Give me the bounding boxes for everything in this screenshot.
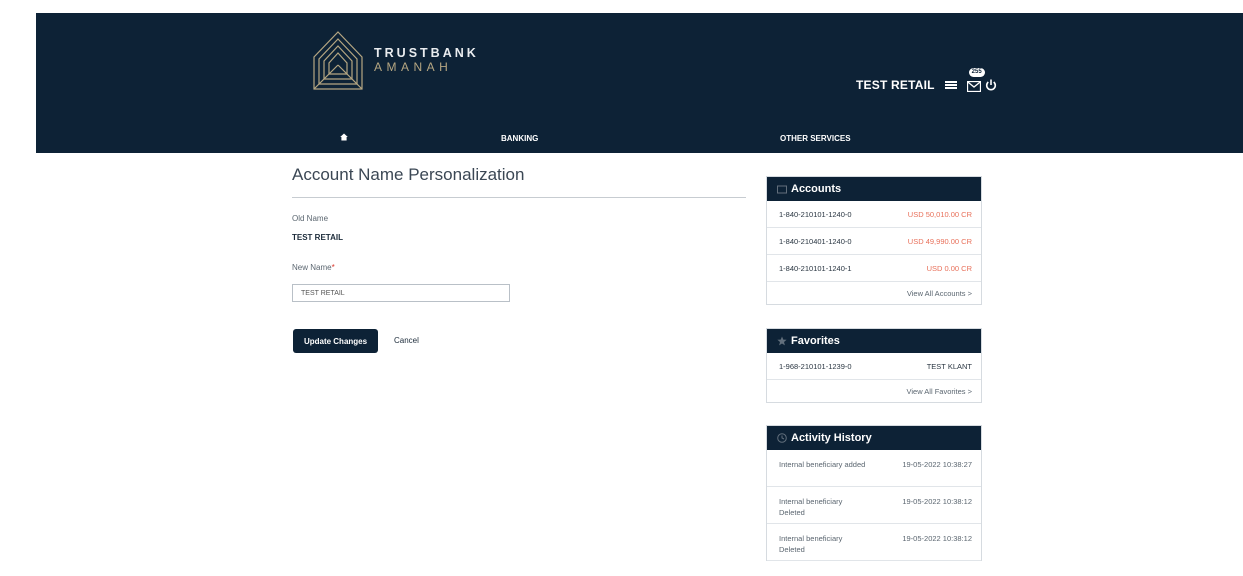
- favorite-name: TEST KLANT: [926, 361, 972, 371]
- account-balance: USD 50,010.00 CR: [907, 209, 972, 219]
- activity-row: Internal beneficiary added 19-05-2022 10…: [767, 450, 981, 487]
- activity-row: Internal beneficiary Deleted 19-05-2022 …: [767, 524, 981, 561]
- messages-button[interactable]: 255: [965, 68, 985, 93]
- account-row[interactable]: 1-840-210101-1240-1 USD 0.00 CR: [767, 255, 981, 282]
- user-name[interactable]: TEST RETAIL: [856, 78, 935, 92]
- home-icon: [340, 133, 348, 141]
- wallet-icon: [777, 185, 787, 194]
- main-nav: BANKING OTHER SERVICES: [36, 129, 1243, 153]
- brand-logo[interactable]: TRUSTBANK AMANAH: [312, 29, 479, 91]
- star-icon: [777, 336, 787, 346]
- update-changes-button[interactable]: Update Changes: [293, 329, 378, 353]
- favorite-row[interactable]: 1-968-210101-1239-0 TEST KLANT: [767, 353, 981, 380]
- user-area: TEST RETAIL 255: [856, 68, 997, 97]
- old-name-label: Old Name: [292, 214, 329, 223]
- activity-panel-header: Activity History: [767, 426, 981, 450]
- activity-row: Internal beneficiary Deleted 19-05-2022 …: [767, 487, 981, 524]
- activity-description: Internal beneficiary Deleted: [779, 534, 843, 554]
- activity-timestamp: 19-05-2022 10:38:12: [902, 497, 972, 506]
- envelope-icon: [966, 81, 981, 92]
- new-name-label: New Name*: [292, 263, 335, 272]
- account-balance: USD 49,990.00 CR: [907, 236, 972, 246]
- accounts-panel-header: Accounts: [767, 177, 981, 201]
- account-balance: USD 0.00 CR: [926, 263, 972, 273]
- account-row[interactable]: 1-840-210101-1240-0 USD 50,010.00 CR: [767, 201, 981, 228]
- required-mark: *: [331, 263, 335, 272]
- message-count-badge: 255: [968, 68, 985, 77]
- hamburger-menu-icon[interactable]: [944, 79, 959, 91]
- clock-icon: [777, 433, 787, 443]
- building-logo-icon: [313, 31, 363, 90]
- new-name-input[interactable]: [292, 284, 510, 302]
- new-name-label-text: New Name: [292, 263, 332, 272]
- nav-banking[interactable]: BANKING: [501, 134, 538, 143]
- brand-name: TRUSTBANK: [374, 46, 479, 60]
- activity-description: Internal beneficiary added: [779, 460, 866, 469]
- activity-timestamp: 19-05-2022 10:38:12: [902, 534, 972, 543]
- account-number: 1-840-210401-1240-0: [779, 236, 852, 246]
- favorite-account-number: 1-968-210101-1239-0: [779, 361, 852, 371]
- home-nav-item[interactable]: [340, 133, 348, 143]
- power-logout-icon[interactable]: [985, 79, 997, 91]
- activity-description: Internal beneficiary Deleted: [779, 497, 843, 517]
- favorites-title: Favorites: [791, 335, 840, 347]
- brand-subname: AMANAH: [374, 60, 453, 74]
- view-all-accounts-link[interactable]: View All Accounts >: [767, 282, 981, 304]
- nav-other-services[interactable]: OTHER SERVICES: [780, 134, 851, 143]
- account-number: 1-840-210101-1240-1: [779, 263, 852, 273]
- accounts-panel: Accounts 1-840-210101-1240-0 USD 50,010.…: [766, 176, 982, 305]
- title-divider: [292, 197, 746, 198]
- favorites-panel-header: Favorites: [767, 329, 981, 353]
- account-number: 1-840-210101-1240-0: [779, 209, 852, 219]
- cancel-button[interactable]: Cancel: [394, 336, 419, 345]
- activity-timestamp: 19-05-2022 10:38:27: [902, 460, 972, 469]
- accounts-title: Accounts: [791, 183, 842, 195]
- activity-title: Activity History: [791, 432, 872, 444]
- old-name-value: TEST RETAIL: [292, 233, 343, 242]
- page-title: Account Name Personalization: [292, 165, 525, 184]
- favorites-panel: Favorites 1-968-210101-1239-0 TEST KLANT…: [766, 328, 982, 403]
- view-all-favorites-link[interactable]: View All Favorites >: [767, 380, 981, 402]
- activity-history-panel: Activity History Internal beneficiary ad…: [766, 425, 982, 561]
- account-row[interactable]: 1-840-210401-1240-0 USD 49,990.00 CR: [767, 228, 981, 255]
- top-header: TRUSTBANK AMANAH TEST RETAIL 255 BANKING: [36, 13, 1243, 153]
